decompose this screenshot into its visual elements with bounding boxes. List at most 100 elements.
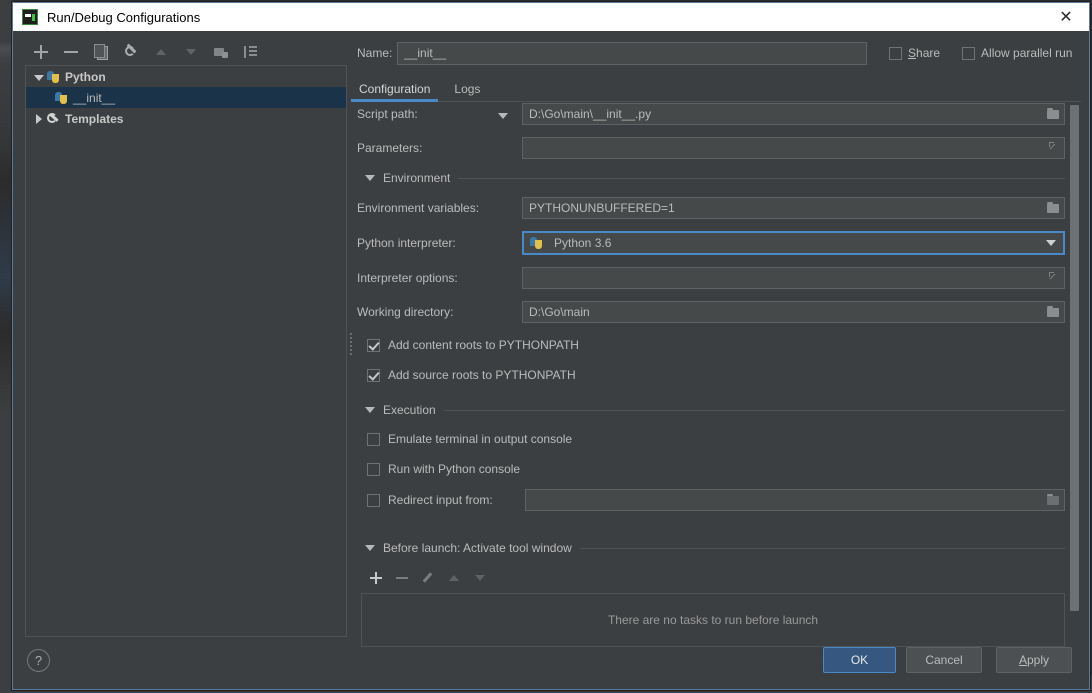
tree-item-label: Templates (65, 111, 124, 126)
script-path-control (522, 103, 1065, 125)
edit-templates-button[interactable] (123, 44, 139, 60)
share-checkbox[interactable]: Share (889, 46, 940, 60)
parameters-control (522, 137, 1065, 159)
environment-variables-input[interactable] (522, 197, 1065, 219)
python-icon (529, 236, 543, 250)
expand-editor-icon[interactable] (1049, 142, 1060, 153)
before-launch-move-down-button[interactable] (473, 571, 487, 585)
add-source-roots-checkbox-box[interactable] (367, 368, 380, 382)
add-source-roots-label: Add source roots to PYTHONPATH (388, 368, 576, 382)
before-launch-toolbar (369, 567, 1065, 589)
help-button[interactable]: ? (27, 649, 50, 672)
chevron-down-icon[interactable] (498, 113, 508, 119)
section-divider (579, 547, 1065, 549)
interpreter-options-control (522, 267, 1065, 289)
copy-configuration-button[interactable] (93, 44, 109, 60)
folder-browse-icon[interactable] (1046, 200, 1062, 216)
emulate-terminal-label: Emulate terminal in output console (388, 432, 573, 446)
cancel-button[interactable]: Cancel (906, 647, 982, 673)
share-mnemonic: S (908, 46, 917, 60)
apply-mnemonic: A (1018, 653, 1027, 667)
execution-section-title: Execution (383, 403, 436, 417)
close-icon[interactable]: ✕ (1043, 4, 1089, 31)
before-launch-section-header[interactable]: Before launch: Activate tool window (365, 541, 1065, 555)
share-checkbox-box[interactable] (889, 46, 902, 60)
configuration-form-scroll: Script path: Parameters: (357, 103, 1081, 647)
environment-section-header[interactable]: Environment (365, 171, 1065, 185)
emulate-terminal-checkbox-box[interactable] (367, 432, 380, 446)
dialog-body: Python __init__ Templates Name: __init__… (13, 31, 1089, 689)
configuration-form: Script path: Parameters: (357, 103, 1065, 647)
allow-parallel-run-checkbox[interactable]: Allow parallel run (962, 46, 1072, 60)
add-configuration-button[interactable] (33, 44, 49, 60)
folder-browse-icon[interactable] (1046, 106, 1062, 122)
add-source-roots-checkbox[interactable]: Add source roots to PYTHONPATH (367, 365, 1065, 385)
tree-item-python[interactable]: Python (26, 66, 346, 87)
run-with-python-console-checkbox[interactable]: Run with Python console (367, 459, 1065, 479)
before-launch-edit-button[interactable] (421, 571, 435, 585)
name-label: Name: (357, 46, 393, 60)
tab-configuration[interactable]: Configuration (350, 82, 439, 102)
redirect-input-control (525, 489, 1065, 511)
working-directory-label: Working directory: (357, 305, 454, 319)
configuration-editor-pane: Name: Share Allow parallel run Configura… (350, 39, 1081, 647)
ide-left-toolwindow-strip (0, 0, 12, 693)
section-divider (458, 177, 1065, 179)
tab-logs[interactable]: Logs (452, 82, 482, 101)
chevron-down-icon[interactable] (365, 545, 375, 551)
tree-item-label: __init__ (73, 90, 116, 105)
redirect-input-row: Redirect input from: (367, 489, 1065, 511)
move-into-folder-button[interactable] (213, 44, 229, 60)
script-path-label: Script path: (357, 107, 418, 121)
tree-item-templates[interactable]: Templates (26, 108, 346, 129)
move-up-button[interactable] (153, 44, 169, 60)
python-icon (54, 91, 68, 105)
execution-section-header[interactable]: Execution (365, 403, 1065, 417)
allow-parallel-run-checkbox-box[interactable] (962, 46, 976, 60)
before-launch-section-title: Before launch: Activate tool window (383, 541, 572, 555)
chevron-down-icon[interactable] (32, 70, 46, 84)
pane-splitter[interactable] (349, 331, 353, 391)
apply-button[interactable]: Apply (996, 647, 1072, 673)
dialog-button-bar: ? OK Cancel Apply (13, 637, 1089, 689)
folder-browse-icon[interactable] (1046, 492, 1062, 508)
form-scrollbar[interactable] (1068, 103, 1081, 637)
dialog-title: Run/Debug Configurations (47, 9, 201, 25)
interpreter-options-input[interactable] (522, 267, 1065, 289)
chevron-down-icon[interactable] (365, 407, 375, 413)
configurations-tree[interactable]: Python __init__ Templates (25, 65, 347, 637)
remove-configuration-button[interactable] (63, 44, 79, 60)
before-launch-add-button[interactable] (369, 571, 383, 585)
share-checkbox-label: Share (908, 46, 940, 60)
run-with-python-console-checkbox-box[interactable] (367, 462, 380, 476)
redirect-input-checkbox[interactable] (367, 493, 380, 507)
chevron-down-icon[interactable] (1046, 240, 1056, 246)
before-launch-remove-button[interactable] (395, 571, 409, 585)
redirect-input-field[interactable] (525, 489, 1065, 511)
before-launch-move-up-button[interactable] (447, 571, 461, 585)
configurations-pane: Python __init__ Templates (21, 39, 347, 637)
move-down-button[interactable] (183, 44, 199, 60)
parameters-input[interactable] (522, 137, 1065, 159)
environment-variables-row: Environment variables: (357, 197, 1065, 219)
ok-button[interactable]: OK (823, 647, 896, 673)
chevron-right-icon[interactable] (32, 112, 46, 126)
add-content-roots-checkbox-box[interactable] (367, 338, 380, 352)
emulate-terminal-checkbox[interactable]: Emulate terminal in output console (367, 429, 1065, 449)
working-directory-input[interactable] (522, 301, 1065, 323)
add-content-roots-checkbox[interactable]: Add content roots to PYTHONPATH (367, 335, 1065, 355)
redirect-input-label: Redirect input from: (388, 493, 493, 507)
expand-editor-icon[interactable] (1049, 272, 1060, 283)
environment-section-title: Environment (383, 171, 451, 185)
name-row: Name: Share Allow parallel run (357, 41, 1081, 65)
sort-configurations-button[interactable] (243, 44, 259, 60)
script-path-input[interactable] (522, 103, 1065, 125)
folder-browse-icon[interactable] (1046, 304, 1062, 320)
name-input[interactable] (397, 41, 867, 65)
chevron-down-icon[interactable] (365, 175, 375, 181)
python-interpreter-combo[interactable]: Python 3.6 (522, 231, 1065, 255)
add-content-roots-label: Add content roots to PYTHONPATH (388, 338, 579, 352)
wrench-icon (46, 112, 60, 126)
form-scrollbar-thumb[interactable] (1070, 105, 1079, 611)
tree-item-init[interactable]: __init__ (26, 87, 346, 108)
